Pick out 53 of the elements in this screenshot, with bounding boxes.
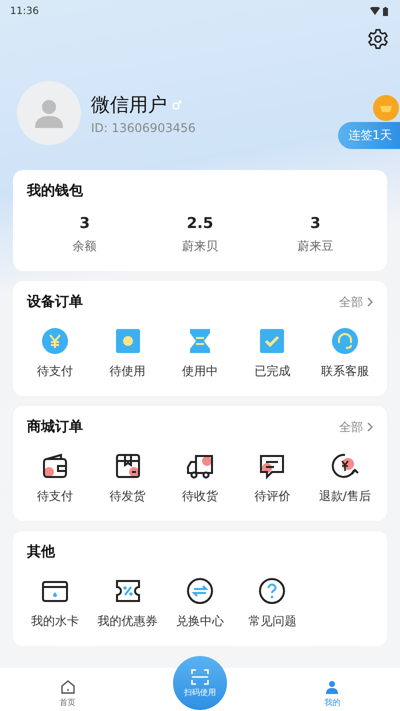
- chevron-right-icon: [367, 422, 373, 432]
- question-icon: [258, 577, 286, 605]
- flower-icon: [114, 327, 142, 355]
- wallet-icon: [41, 452, 70, 480]
- menu-entry[interactable]: 我的水卡: [19, 577, 92, 630]
- menu-entry[interactable]: 兑换中心: [164, 577, 236, 630]
- tab[interactable]: 首页: [38, 679, 98, 708]
- message-icon: [258, 452, 286, 480]
- headset-icon: [330, 327, 359, 355]
- coupon-icon: [114, 577, 142, 605]
- truck-icon: [186, 452, 214, 480]
- user-id: ID: 13606903456: [91, 120, 196, 134]
- menu-entry[interactable]: 联系客服: [308, 327, 381, 380]
- menu-entry[interactable]: 待使用: [91, 327, 164, 380]
- box-icon: [114, 452, 142, 480]
- wifi-icon: [370, 7, 380, 15]
- stat-label: 余额: [72, 238, 97, 255]
- battery-icon: [383, 6, 388, 16]
- section-title: 设备订单: [27, 293, 83, 311]
- menu-entry[interactable]: 我的优惠券: [91, 577, 164, 630]
- menu-entry[interactable]: 待收货: [164, 452, 236, 505]
- menu-entry[interactable]: 待支付: [19, 452, 92, 505]
- user-name: 微信用户: [91, 92, 167, 118]
- menu-entry[interactable]: 常见问题: [236, 577, 309, 630]
- stat-label: 蔚来贝: [182, 238, 218, 255]
- tab[interactable]: 我的: [302, 679, 362, 708]
- menu-entry[interactable]: 待发货: [91, 452, 164, 505]
- checkbox-icon: [258, 327, 286, 355]
- stat-value: 3: [79, 214, 90, 232]
- view-all-link[interactable]: 全部: [339, 294, 373, 310]
- stat-value: 3: [310, 214, 321, 232]
- menu-entry[interactable]: 待评价: [236, 452, 309, 505]
- coin-icon: [372, 94, 400, 122]
- exchange-icon: [186, 577, 214, 605]
- yen-coin-icon: [41, 327, 70, 355]
- stat-value: 2.5: [186, 214, 214, 232]
- menu-entry[interactable]: 待支付: [19, 327, 92, 380]
- chevron-right-icon: [367, 297, 373, 307]
- settings-icon[interactable]: [367, 28, 389, 50]
- home-icon: [60, 679, 76, 695]
- view-all-link[interactable]: 全部: [339, 418, 373, 436]
- scan-icon: [190, 668, 209, 684]
- male-icon: [172, 100, 182, 110]
- refund-icon: [330, 452, 359, 480]
- menu-entry[interactable]: 使用中: [164, 327, 236, 380]
- person-icon: [324, 679, 340, 695]
- menu-entry[interactable]: 已完成: [236, 327, 309, 380]
- menu-entry[interactable]: 退款/售后: [308, 452, 381, 505]
- section-title: 我的钱包: [27, 182, 83, 200]
- section-title: 其他: [27, 543, 55, 561]
- section-title: 商城订单: [27, 418, 83, 436]
- stat-label: 蔚来豆: [297, 238, 334, 255]
- status-time: 11:36: [10, 6, 39, 16]
